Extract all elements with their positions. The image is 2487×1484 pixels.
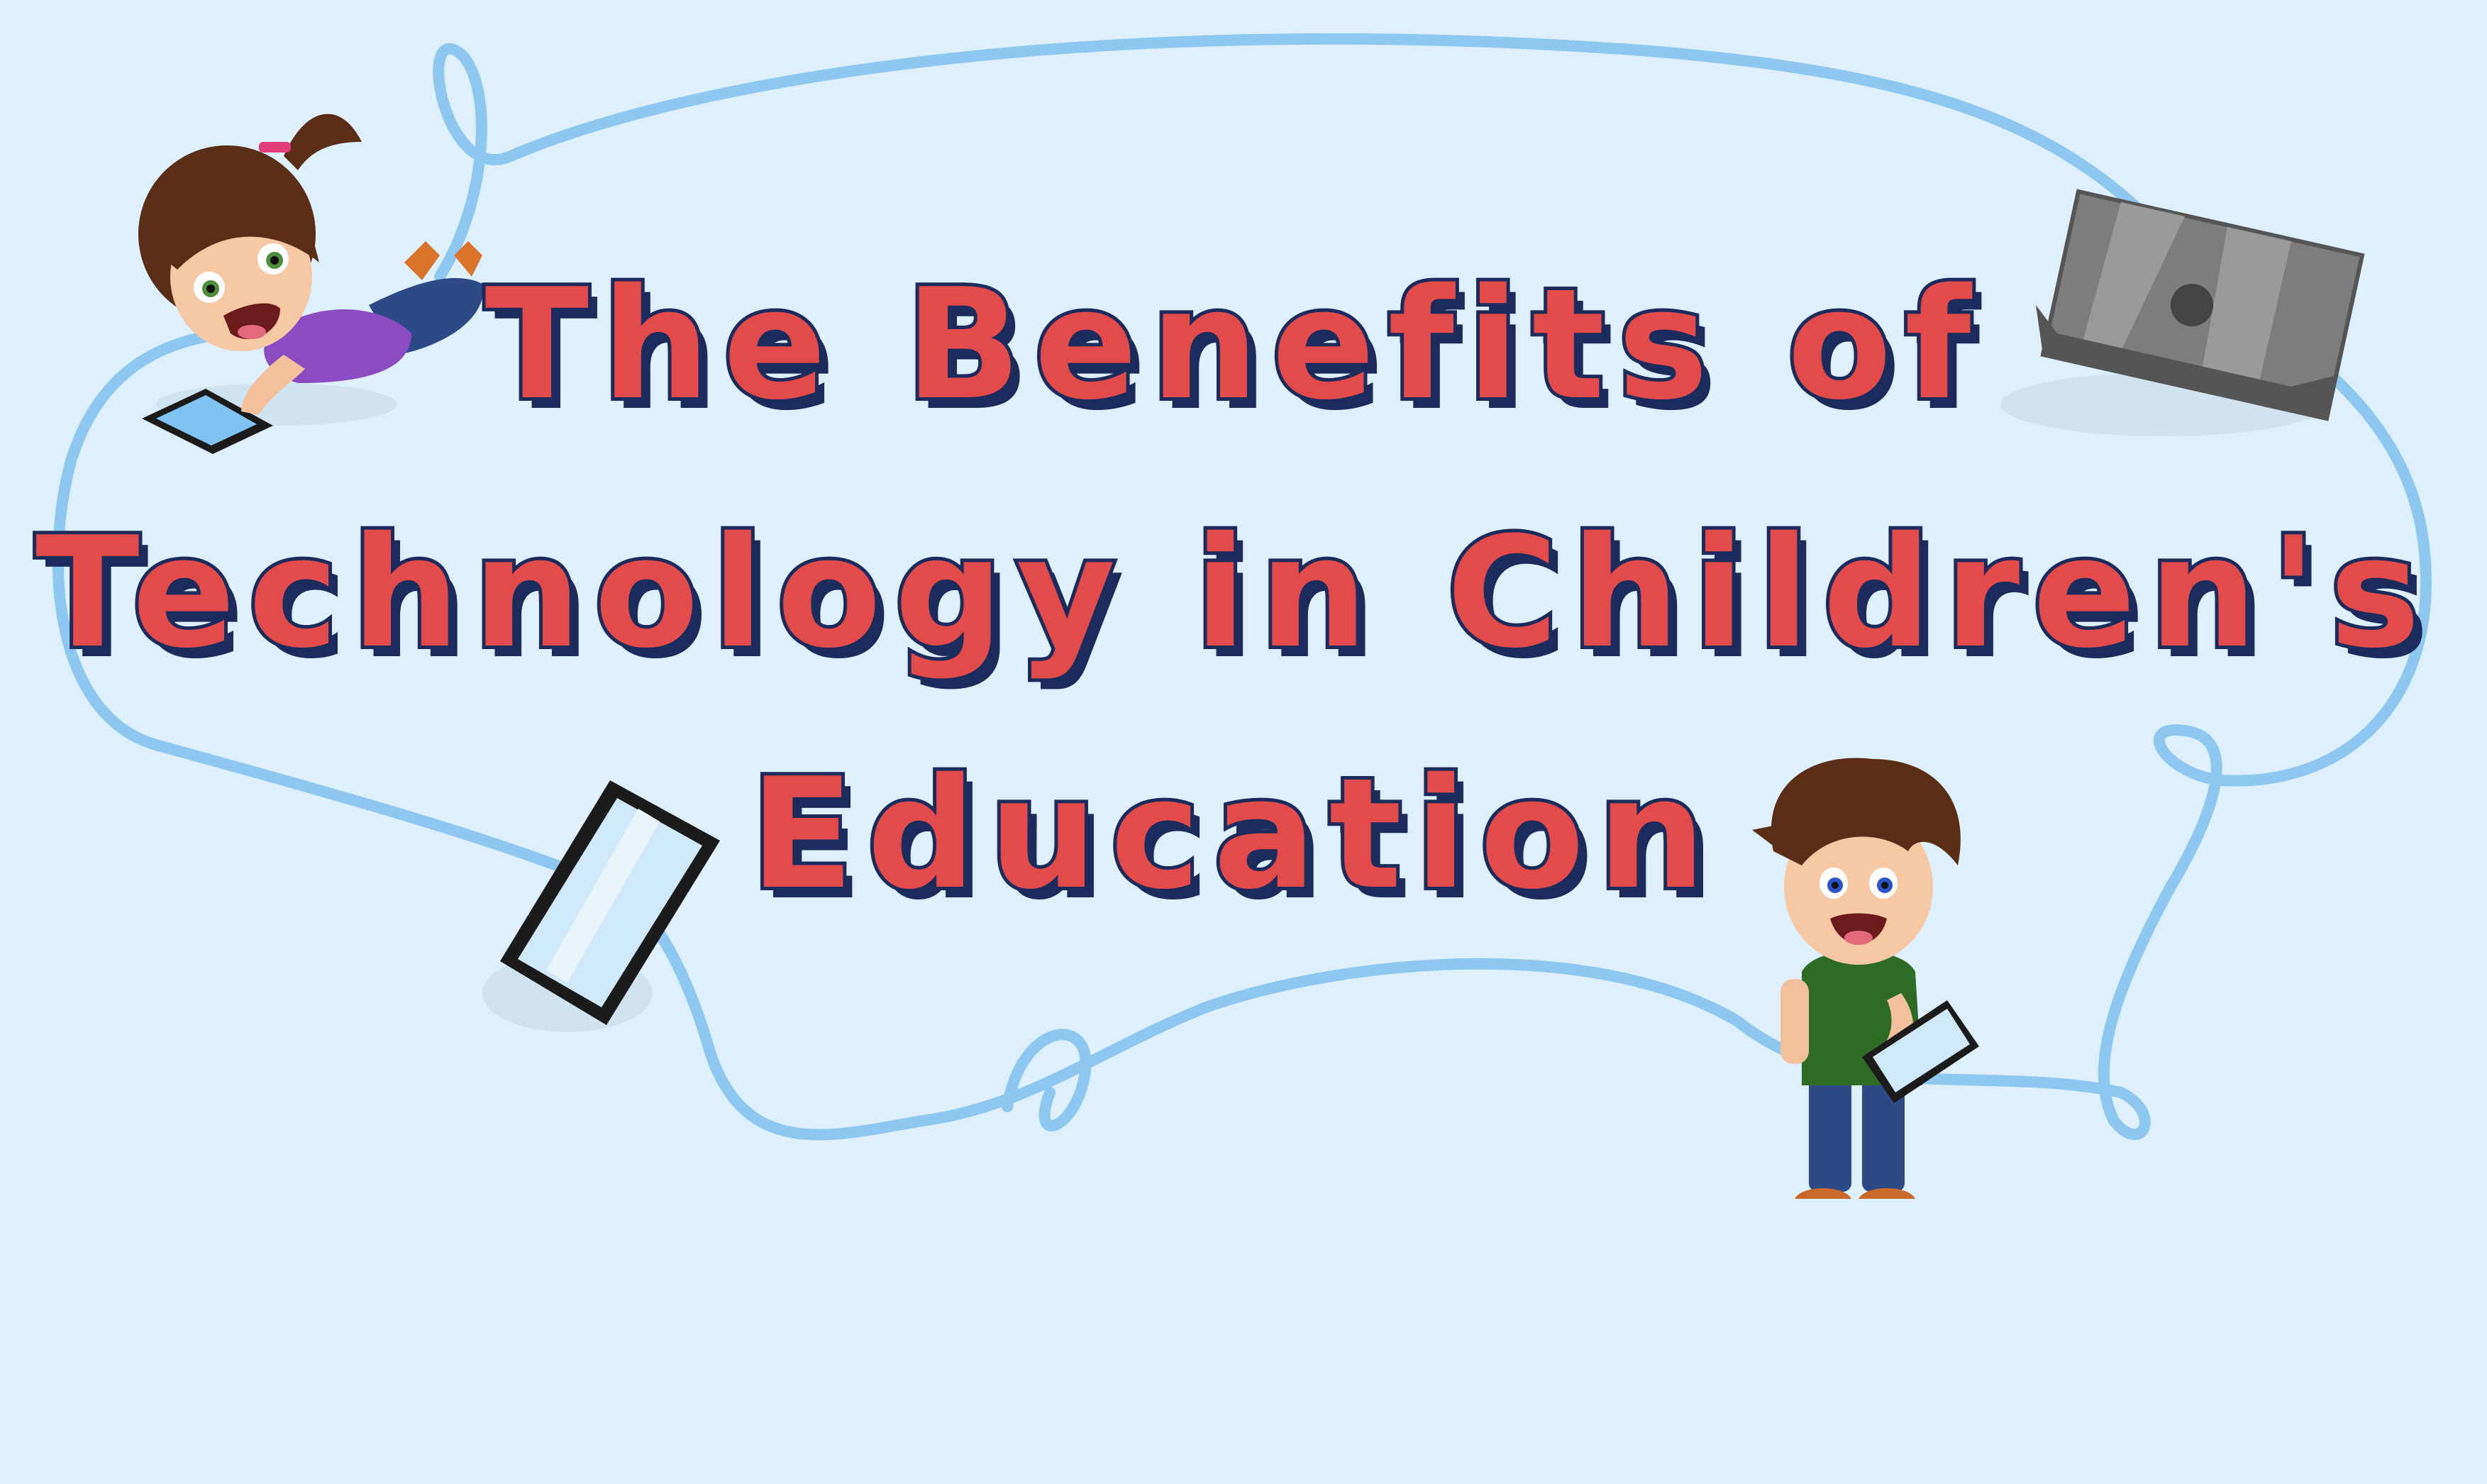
tablet-icon xyxy=(482,780,720,1032)
banner-canvas: The Benefits of The Benefits of Technolo… xyxy=(32,33,2433,1199)
title-line-1: The Benefits of xyxy=(484,255,1983,433)
title-line-2: Technology in Children's xyxy=(35,504,2433,682)
boy-with-tablet xyxy=(1752,758,1979,1199)
title-line-3: Education xyxy=(750,745,1719,923)
laptop-icon xyxy=(2000,189,2365,436)
girl-with-tablet xyxy=(138,113,483,454)
